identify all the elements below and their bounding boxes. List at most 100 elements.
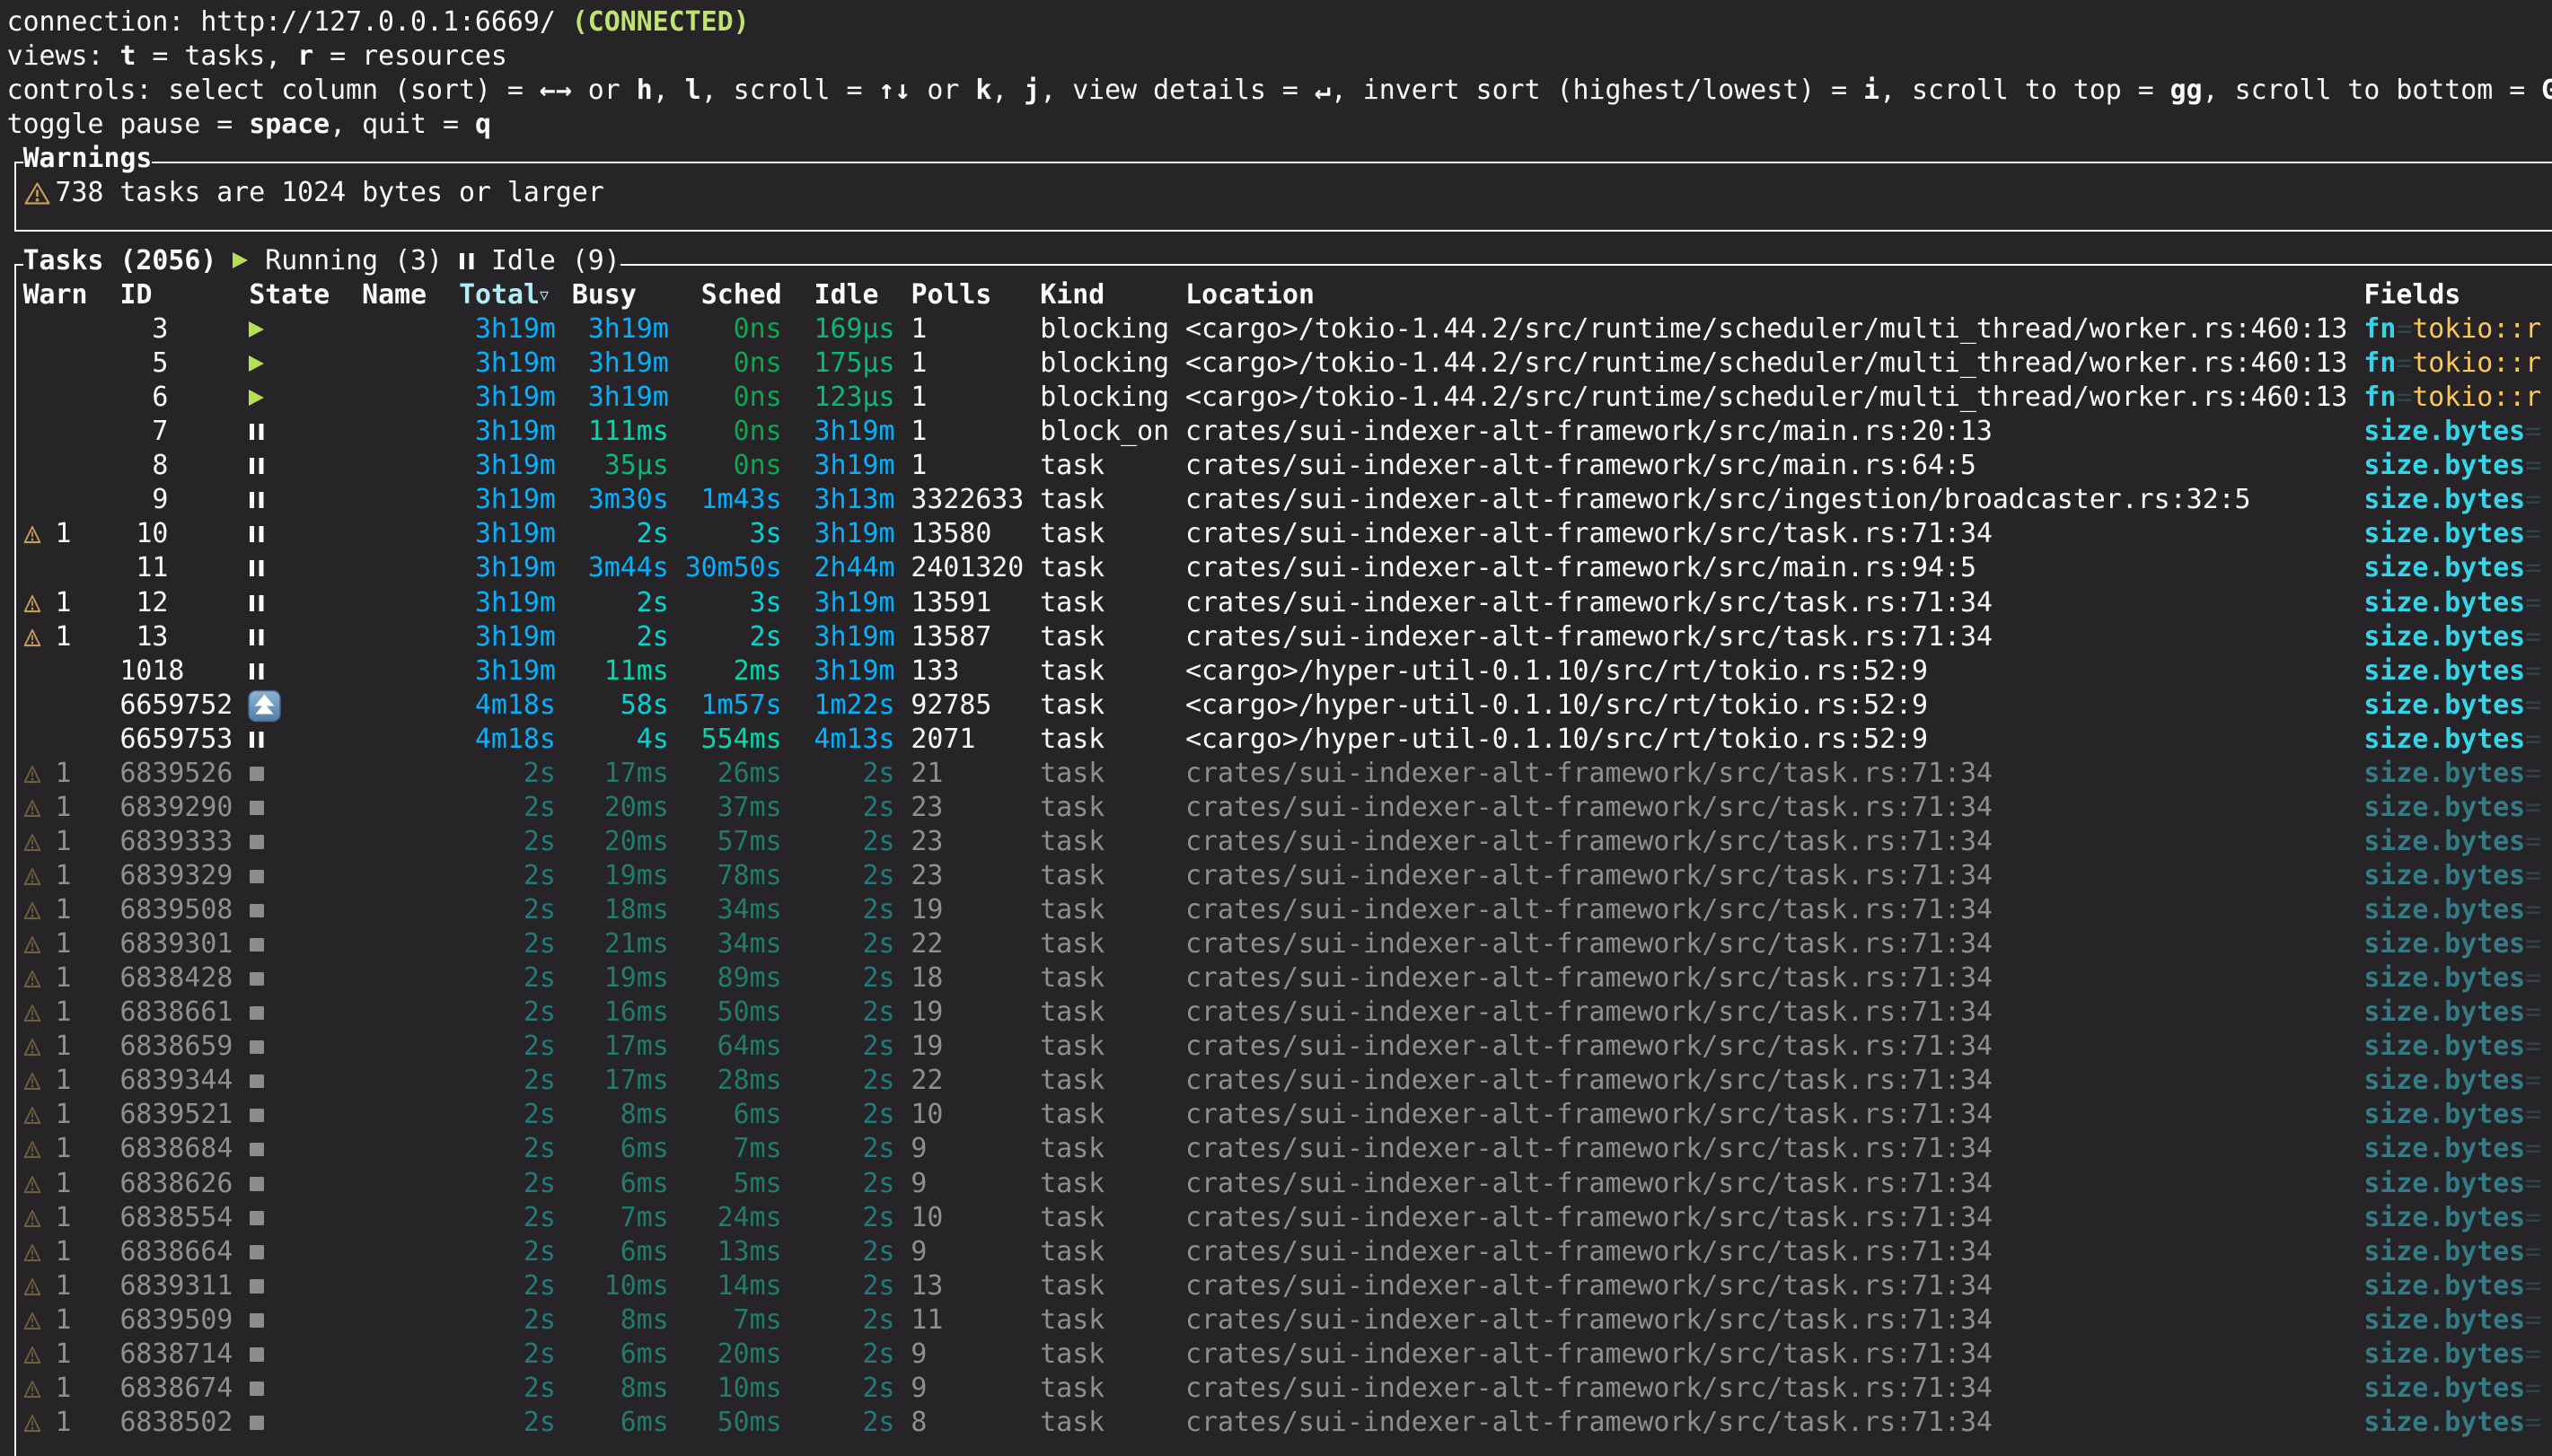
column-header-id[interactable]: ID (119, 279, 152, 311)
task-row-6838684[interactable]: 1 6838684 2s 6ms 7ms 2s 9 task crates/su… (7, 1132, 2542, 1166)
task-row-1018[interactable]: 1018 3h19m 11ms 2ms 3h19m 133 task <carg… (7, 654, 2542, 689)
column-header-location[interactable]: Location (1185, 279, 1315, 311)
cell-busy: 8ms (620, 1373, 669, 1404)
task-row-6839301[interactable]: 1 6839301 2s 21ms 34ms 2s 22 task crates… (7, 927, 2542, 961)
cell-warn-count: 1 (56, 1133, 72, 1164)
warning-icon (23, 1064, 56, 1098)
state-done-icon (249, 961, 281, 996)
task-row-6838661[interactable]: 1 6838661 2s 16ms 50ms 2s 19 task crates… (7, 996, 2542, 1030)
cell-location: crates/sui-indexer-alt-framework/src/tas… (1185, 758, 1993, 789)
task-row-6839329[interactable]: 1 6839329 2s 19ms 78ms 2s 23 task crates… (7, 859, 2542, 893)
cell-warn-count: 1 (56, 1407, 72, 1438)
cell-polls: 13580 (911, 518, 991, 549)
cell-total: 3h19m (475, 450, 556, 481)
warning-icon (23, 1167, 56, 1201)
task-row-6839344[interactable]: 1 6839344 2s 17ms 28ms 2s 22 task crates… (7, 1064, 2542, 1098)
cell-task-id: 12 (136, 587, 168, 618)
task-row-6659752[interactable]: 6659752 4m18s 58s 1m57s 1m22s 92785 task… (7, 689, 2542, 723)
cell-polls: 1 (911, 416, 927, 447)
column-header-total[interactable]: Total (459, 279, 540, 311)
task-row-6839508[interactable]: 1 6839508 2s 18ms 34ms 2s 19 task crates… (7, 893, 2542, 927)
column-header-idle[interactable]: Idle (814, 279, 879, 311)
state-idle-icon (249, 415, 281, 449)
task-row-6839290[interactable]: 1 6839290 2s 20ms 37ms 2s 23 task crates… (7, 791, 2542, 825)
cell-field-name: size.bytes (2363, 416, 2525, 447)
warning-icon (23, 1030, 56, 1064)
column-header-fields[interactable]: Fields (2363, 279, 2460, 311)
cell-task-id: 6659752 (119, 689, 233, 721)
task-row-6839311[interactable]: 1 6839311 2s 10ms 14ms 2s 13 task crates… (7, 1269, 2542, 1303)
column-header-warn[interactable]: Warn (23, 279, 88, 311)
state-done-icon (249, 893, 281, 927)
cell-idle: 2s (862, 1338, 894, 1370)
cell-task-id: 6839301 (119, 928, 233, 960)
cell-location: crates/sui-indexer-alt-framework/src/tas… (1185, 962, 1993, 994)
cell-location: <cargo>/hyper-util-0.1.10/src/rt/tokio.r… (1185, 655, 1928, 687)
cell-field-name: fn (2363, 313, 2396, 345)
task-row-6838428[interactable]: 1 6838428 2s 19ms 89ms 2s 18 task crates… (7, 961, 2542, 996)
column-header-name[interactable]: Name (362, 279, 427, 311)
task-row-13[interactable]: 1 13 3h19m 2s 2s 3h19m 13587 task crates… (7, 620, 2542, 654)
warnings-box-border-left (14, 162, 16, 232)
cell-location: crates/sui-indexer-alt-framework/src/tas… (1185, 792, 1993, 823)
cell-field-name: size.bytes (2363, 1236, 2525, 1267)
task-row-6[interactable]: 6 3h19m 3h19m 0ns 123µs 1 blocking <carg… (7, 381, 2542, 415)
column-header-sched[interactable]: Sched (701, 279, 782, 311)
cell-task-id: 1018 (119, 655, 184, 687)
task-row-6839521[interactable]: 1 6839521 2s 8ms 6ms 2s 10 task crates/s… (7, 1098, 2542, 1132)
cell-busy: 20ms (604, 826, 669, 857)
field-equals: = (2525, 1304, 2541, 1336)
state-done-icon (249, 1235, 281, 1269)
state-done-icon (249, 825, 281, 859)
tasks-running-icon (233, 244, 249, 278)
cell-field-name: size.bytes (2363, 587, 2525, 618)
task-row-12[interactable]: 1 12 3h19m 2s 3s 3h19m 13591 task crates… (7, 586, 2542, 620)
task-row-3[interactable]: 3 3h19m 3h19m 0ns 169µs 1 blocking <carg… (7, 312, 2542, 346)
task-row-6838714[interactable]: 1 6838714 2s 6ms 20ms 2s 9 task crates/s… (7, 1338, 2542, 1372)
cell-kind: task (1040, 655, 1104, 687)
task-row-6839509[interactable]: 1 6839509 2s 8ms 7ms 2s 11 task crates/s… (7, 1303, 2542, 1338)
field-equals: = (2525, 1202, 2541, 1233)
cell-polls: 1 (911, 347, 927, 379)
task-row-6839526[interactable]: 1 6839526 2s 17ms 26ms 2s 21 task crates… (7, 757, 2542, 791)
field-equals: = (2525, 1338, 2541, 1370)
cell-kind: task (1040, 1168, 1104, 1199)
task-row-6838674[interactable]: 1 6838674 2s 8ms 10ms 2s 9 task crates/s… (7, 1372, 2542, 1406)
cell-sched: 1m43s (701, 484, 782, 515)
cell-total: 2s (524, 1065, 556, 1096)
cell-field-name: size.bytes (2363, 484, 2525, 515)
task-row-6838502[interactable]: 1 6838502 2s 6ms 50ms 2s 8 task crates/s… (7, 1406, 2542, 1440)
task-row-10[interactable]: 1 10 3h19m 2s 3s 3h19m 13580 task crates… (7, 517, 2542, 551)
state-done-icon (249, 1132, 281, 1166)
cell-idle: 3h19m (814, 587, 895, 618)
cell-polls: 9 (911, 1168, 927, 1199)
cell-idle: 2s (862, 758, 894, 789)
task-row-6838626[interactable]: 1 6838626 2s 6ms 5ms 2s 9 task crates/su… (7, 1167, 2542, 1201)
cell-task-id: 6838714 (119, 1338, 233, 1370)
cell-idle: 2s (862, 1099, 894, 1130)
cell-idle: 2s (862, 1168, 894, 1199)
task-row-6839333[interactable]: 1 6839333 2s 20ms 57ms 2s 23 task crates… (7, 825, 2542, 859)
task-row-6838659[interactable]: 1 6838659 2s 17ms 64ms 2s 19 task crates… (7, 1030, 2542, 1064)
cell-total: 2s (524, 1099, 556, 1130)
cell-field-name: size.bytes (2363, 1270, 2525, 1302)
cell-idle: 2s (862, 1133, 894, 1164)
task-row-5[interactable]: 5 3h19m 3h19m 0ns 175µs 1 blocking <carg… (7, 346, 2542, 381)
task-row-7[interactable]: 7 3h19m 111ms 0ns 3h19m 1 block_on crate… (7, 415, 2542, 449)
task-row-6659753[interactable]: 6659753 4m18s 4s 554ms 4m13s 2071 task <… (7, 723, 2542, 757)
column-header-busy[interactable]: Busy (572, 279, 637, 311)
column-header-state[interactable]: State (249, 279, 330, 311)
column-header-polls[interactable]: Polls (911, 279, 992, 311)
cell-polls: 3322633 (911, 484, 1024, 515)
warning-item: 738 tasks are 1024 bytes or larger (7, 176, 604, 210)
task-row-9[interactable]: 9 3h19m 3m30s 1m43s 3h13m 3322633 task c… (7, 483, 2542, 517)
task-row-8[interactable]: 8 3h19m 35µs 0ns 3h19m 1 task crates/sui… (7, 449, 2542, 483)
cell-location: <cargo>/tokio-1.44.2/src/runtime/schedul… (1185, 347, 2347, 379)
column-header-kind[interactable]: Kind (1040, 279, 1104, 311)
task-row-6838664[interactable]: 1 6838664 2s 6ms 13ms 2s 9 task crates/s… (7, 1235, 2542, 1269)
cell-busy: 3m30s (588, 484, 669, 515)
field-equals: = (2525, 1407, 2541, 1438)
state-done-icon (249, 1201, 281, 1235)
task-row-11[interactable]: 11 3h19m 3m44s 30m50s 2h44m 2401320 task… (7, 551, 2542, 585)
task-row-6838554[interactable]: 1 6838554 2s 7ms 24ms 2s 10 task crates/… (7, 1201, 2542, 1235)
